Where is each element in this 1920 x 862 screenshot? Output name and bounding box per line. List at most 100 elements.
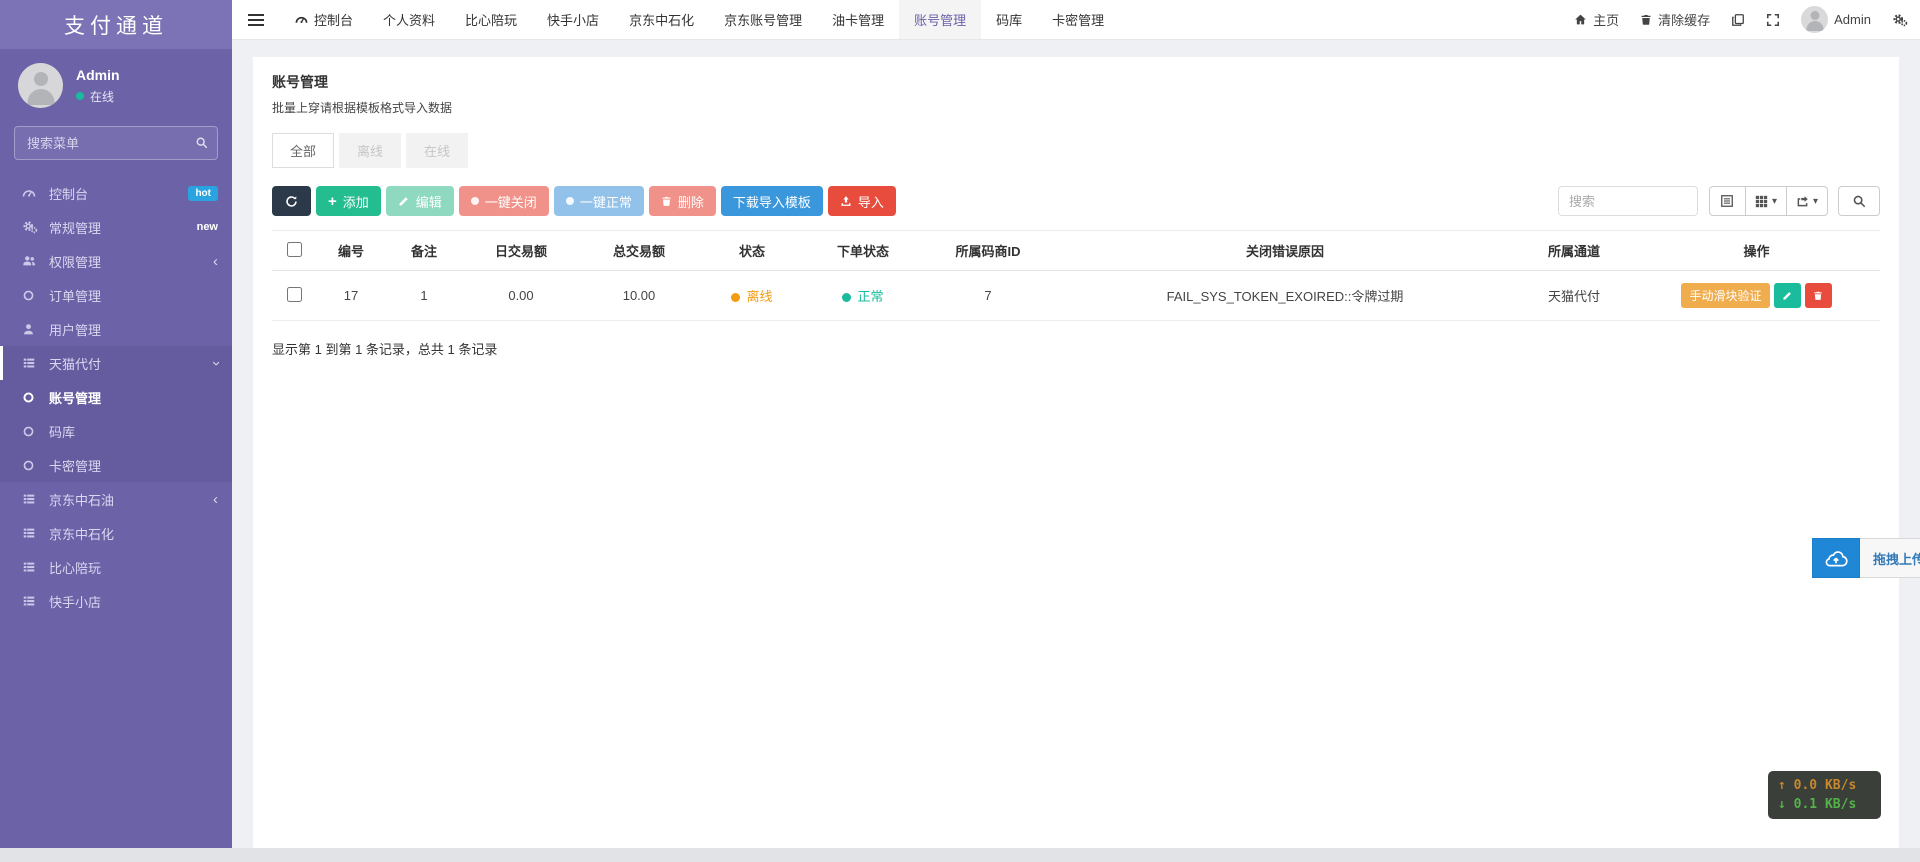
user-icon: [22, 323, 49, 336]
active-indicator: [0, 346, 3, 380]
records-summary: 显示第 1 到第 1 条记录，总共 1 条记录: [272, 339, 1880, 358]
topnav-tab-console[interactable]: 控制台: [280, 0, 368, 39]
user-menu[interactable]: Admin: [1801, 6, 1871, 33]
sidebar-item-kuaishou[interactable]: 快手小店: [0, 584, 232, 618]
sidebar-item-account-mgmt[interactable]: 账号管理: [0, 380, 232, 414]
add-button[interactable]: + 添加: [316, 186, 381, 216]
table-search-input[interactable]: [1558, 186, 1698, 216]
cogs-icon: [22, 220, 49, 234]
topnav-tab-account-mgmt[interactable]: 账号管理: [899, 0, 981, 39]
sidebar-item-general[interactable]: 常规管理 new: [0, 210, 232, 244]
page-title: 账号管理: [272, 72, 1880, 92]
fullscreen-button[interactable]: [1766, 13, 1780, 27]
sidebar-item-bixin[interactable]: 比心陪玩: [0, 550, 232, 584]
topnav-tab-jd-sinopec[interactable]: 京东中石化: [614, 0, 709, 39]
download-template-button[interactable]: 下载导入模板: [721, 186, 823, 216]
row-delete-button[interactable]: [1805, 283, 1832, 308]
row-checkbox[interactable]: [287, 287, 302, 302]
user-avatar: [1801, 6, 1828, 33]
topnav-tab-code-bank[interactable]: 码库: [981, 0, 1037, 39]
col-order-status: 下单状态: [805, 231, 921, 271]
topnav-tab-jd-account[interactable]: 京东账号管理: [709, 0, 817, 39]
filter-tab-online[interactable]: 在线: [406, 133, 468, 168]
filter-tab-offline[interactable]: 离线: [339, 133, 401, 168]
row-edit-button[interactable]: [1774, 283, 1801, 308]
circle-icon: [471, 197, 479, 205]
detail-view-icon: [1720, 194, 1734, 208]
offline-dot-icon: [731, 293, 740, 302]
main-area: 控制台 个人资料 比心陪玩 快手小店 京东中石化 京东账号管理 油卡管理 账号管…: [232, 0, 1920, 848]
upload-button[interactable]: [1812, 538, 1860, 578]
new-badge: new: [197, 221, 218, 233]
col-close-error: 关闭错误原因: [1055, 231, 1515, 271]
sidebar-item-code-bank[interactable]: 码库: [0, 414, 232, 448]
col-id: 编号: [317, 231, 385, 271]
topnav-tab-profile[interactable]: 个人资料: [368, 0, 450, 39]
sidebar-item-card-key[interactable]: 卡密管理: [0, 448, 232, 482]
filter-tab-all[interactable]: 全部: [272, 133, 334, 168]
select-all-checkbox[interactable]: [287, 242, 302, 257]
cell-channel: 天猫代付: [1515, 271, 1633, 321]
cell-order-status: 正常: [805, 271, 921, 321]
topnav-tab-card-key[interactable]: 卡密管理: [1037, 0, 1119, 39]
user-status-label: 在线: [90, 88, 114, 105]
sidebar-menu: 控制台 hot 常规管理 new 权限管理 ‹: [0, 176, 232, 848]
table-row: 17 1 0.00 10.00 离线 正常: [272, 271, 1880, 321]
sidebar-toggle-button[interactable]: [232, 0, 280, 39]
close-all-button[interactable]: 一键关闭: [459, 186, 549, 216]
sidebar-item-jd-petrochina[interactable]: 京东中石油 ‹: [0, 482, 232, 516]
search-icon: [195, 136, 208, 149]
clear-cache-button[interactable]: 清除缓存: [1640, 10, 1710, 29]
account-mgmt-card: 账号管理 批量上穿请根据模板格式导入数据 全部 离线 在线 + 添加: [253, 57, 1899, 848]
chevron-down-icon: ‹: [208, 361, 223, 366]
edit-button[interactable]: 编辑: [386, 186, 454, 216]
avatar-head-icon: [34, 72, 48, 86]
circle-icon: [22, 289, 49, 302]
cell-id: 17: [317, 271, 385, 321]
topnav-tab-fuel-card[interactable]: 油卡管理: [817, 0, 899, 39]
sidebar-item-jd-sinopec[interactable]: 京东中石化: [0, 516, 232, 550]
pencil-icon: [1782, 290, 1793, 301]
download-speed: ↓ 0.1 KB/s: [1778, 795, 1871, 814]
arrow-up-icon: ↑: [1778, 778, 1786, 793]
sidebar-group-tmall: 天猫代付 ‹ 账号管理 码库: [0, 346, 232, 482]
cloud-upload-icon: [1823, 549, 1849, 567]
user-name: Admin: [76, 67, 120, 83]
delete-button[interactable]: 删除: [649, 186, 716, 216]
sidebar-item-permissions[interactable]: 权限管理 ‹: [0, 244, 232, 278]
upload-icon: [840, 195, 852, 207]
export-dropdown-button[interactable]: ▾: [1786, 186, 1828, 216]
circle-icon: [22, 391, 49, 404]
refresh-button[interactable]: [272, 186, 311, 216]
topnav-tab-bixin[interactable]: 比心陪玩: [450, 0, 532, 39]
col-actions: 操作: [1633, 231, 1880, 271]
toolbar-right: ▾ ▾: [1558, 186, 1880, 216]
home-button[interactable]: 主页: [1574, 10, 1619, 29]
circle-icon: [566, 197, 574, 205]
drag-upload-widget: 拖拽上传: [1812, 538, 1920, 578]
grid-icon: [1755, 195, 1768, 208]
copy-page-button[interactable]: [1731, 13, 1745, 27]
caret-down-icon: ▾: [1813, 196, 1818, 207]
sidebar-item-console[interactable]: 控制台 hot: [0, 176, 232, 210]
topbar-right: 主页 清除缓存: [1574, 0, 1920, 39]
import-button[interactable]: 导入: [828, 186, 896, 216]
avatar-body-icon: [27, 89, 54, 105]
search-button[interactable]: [1838, 186, 1880, 216]
settings-button[interactable]: [1892, 13, 1908, 27]
col-merchant-id: 所属码商ID: [921, 231, 1055, 271]
columns-dropdown-button[interactable]: ▾: [1745, 186, 1787, 216]
sidebar-item-orders[interactable]: 订单管理: [0, 278, 232, 312]
col-status: 状态: [699, 231, 805, 271]
topbar: 控制台 个人资料 比心陪玩 快手小店 京东中石化 京东账号管理 油卡管理 账号管…: [232, 0, 1920, 40]
trash-icon: [661, 195, 672, 207]
normal-all-button[interactable]: 一键正常: [554, 186, 644, 216]
topnav-tab-kuaishou[interactable]: 快手小店: [532, 0, 614, 39]
app-logo: 支付通道: [0, 0, 232, 49]
menu-search-input[interactable]: [14, 126, 218, 160]
manual-slider-verify-button[interactable]: 手动滑块验证: [1681, 283, 1769, 308]
sidebar-item-tmall-pay[interactable]: 天猫代付 ‹: [0, 346, 232, 380]
search-icon: [1852, 194, 1866, 208]
sidebar-item-users[interactable]: 用户管理: [0, 312, 232, 346]
toggle-detail-view-button[interactable]: [1709, 186, 1746, 216]
